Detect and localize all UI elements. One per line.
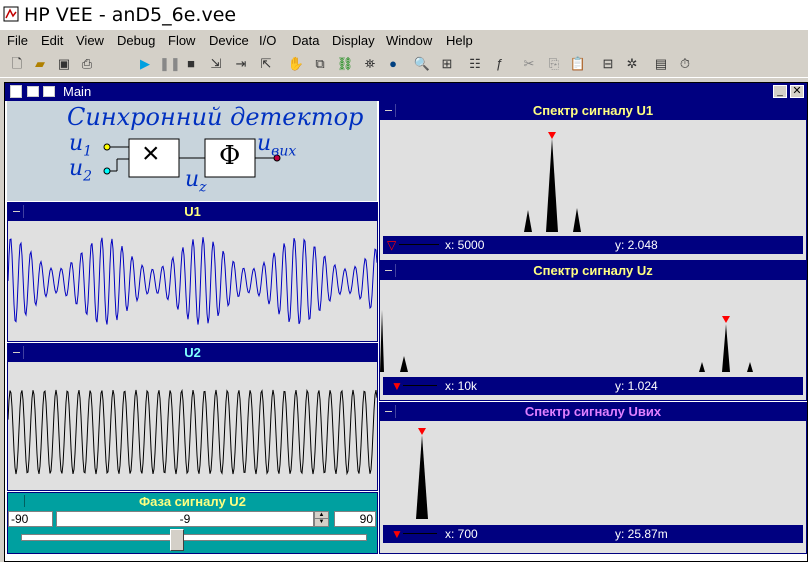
diagram-panel: Синхронний детектор × Φ u1 u2 uz uвих [7, 101, 377, 201]
menu-bar: File Edit View Debug Flow Device I/O Dat… [0, 30, 808, 52]
breakpoint-icon[interactable]: ✲ [623, 55, 641, 73]
spectrum-uout-y: y: 25.87m [615, 527, 668, 541]
spectrum-u1-plot [524, 138, 581, 232]
cut-icon[interactable]: ✂ [520, 55, 538, 73]
u1-plot: U1 [7, 202, 378, 342]
app-icon [3, 6, 19, 22]
u2-plot: U2 [7, 343, 378, 491]
detail-view-icon[interactable] [10, 85, 22, 98]
copy-icon[interactable]: ⎘ [545, 55, 563, 73]
line-probe-icon[interactable]: ⊟ [599, 55, 617, 73]
u1-plot-title: U1 [184, 204, 201, 219]
print-icon[interactable]: ⎙ [78, 55, 96, 73]
u2-plot-title: U2 [184, 345, 201, 360]
open-folder-icon[interactable]: ▰ [31, 55, 49, 73]
marker-icon: ▽ [387, 238, 397, 252]
spectrum-uout-title: Спектр сигналу Uвих [524, 404, 662, 419]
show-exec-flow-icon[interactable]: ⛯ [361, 55, 379, 73]
u2-waveform [8, 388, 377, 476]
save-icon[interactable]: ▣ [55, 55, 73, 73]
menu-data[interactable]: Data [292, 33, 319, 48]
menu-help[interactable]: Help [446, 33, 473, 48]
spectrum-u1-y: y: 2.048 [615, 238, 658, 252]
phi-symbol: Φ [219, 141, 241, 171]
spectrum-uz-title: Спектр сигналу Uz [533, 263, 653, 278]
window-mode-icon[interactable] [43, 86, 55, 97]
find-icon[interactable]: 🔍 [413, 55, 431, 73]
spectrum-uout-readout: ▼ x: 700 y: 25.87m [383, 525, 803, 543]
toolbar: 🗋 ▰ ▣ ⎙ ▶ ❚❚ ■ ⇲ ⇥ ⇱ ✋ ⧉ ⛓ ⛯ ● 🔍 ⊞ ☷ ƒ ✂… [0, 52, 808, 78]
u2-label: u2 [69, 156, 93, 185]
menu-edit[interactable]: Edit [41, 33, 63, 48]
marker-icon: ▼ [391, 527, 403, 541]
main-titlebar: Main _ ✕ [5, 83, 807, 101]
spectrum-u1: Спектр сигналу U1 ▽ x: 5000 y: 2.048 [379, 101, 807, 261]
menu-display[interactable]: Display [332, 33, 375, 48]
show-data-flow-icon[interactable]: ⛓ [336, 55, 354, 73]
minimize-button[interactable]: _ [773, 85, 787, 98]
panel-icon[interactable] [27, 86, 39, 97]
hand-icon[interactable]: ✋ [287, 55, 305, 73]
spectrum-u1-x: x: 5000 [445, 238, 485, 252]
phase-control: Фаза сигналу U2 -90 -9 ▲ ▼ 90 [7, 492, 378, 554]
u1-waveform [8, 237, 377, 325]
spectrum-uout-plot [416, 435, 428, 519]
timer-icon[interactable]: ⏱ [676, 55, 694, 73]
paste-icon[interactable]: 📋 [569, 55, 587, 73]
step-out-icon[interactable]: ⇱ [257, 55, 275, 73]
u1-input-port [103, 143, 111, 151]
spectrum-uz-plot [380, 310, 753, 372]
phase-slider-track[interactable] [21, 534, 367, 541]
menu-io[interactable]: I/O [259, 33, 276, 48]
spectrum-uout-x: x: 700 [445, 527, 478, 541]
menu-file[interactable]: File [7, 33, 28, 48]
step-into-icon[interactable]: ⇲ [207, 55, 225, 73]
spectrum-uz-x: x: 10k [445, 379, 478, 393]
main-title: Main [63, 84, 92, 99]
spectrum-u1-marker[interactable] [548, 132, 556, 139]
phase-spinner[interactable]: ▲ ▼ [314, 511, 329, 527]
spectrum-uout: Спектр сигналу Uвих ▼ x: 700 y: 25.87m [379, 402, 807, 554]
new-file-icon[interactable]: 🗋 [8, 55, 26, 73]
menu-flow[interactable]: Flow [168, 33, 195, 48]
phase-title: Фаза сигналу U2 [139, 494, 246, 509]
spectrum-u1-title: Спектр сигналу U1 [532, 103, 654, 118]
container-icon[interactable]: ⧉ [311, 55, 329, 73]
globe-icon[interactable]: ● [384, 55, 402, 73]
properties-icon[interactable]: ☷ [466, 55, 484, 73]
function-icon[interactable]: ƒ [490, 55, 508, 73]
stop-icon[interactable]: ■ [182, 55, 200, 73]
spectrum-uz-marker[interactable] [722, 316, 730, 323]
step-over-icon[interactable]: ⇥ [232, 55, 250, 73]
main-window: Main _ ✕ Синхронний детектор × Φ u1 u2 u… [4, 82, 808, 562]
spectrum-uout-marker[interactable] [418, 428, 426, 435]
phase-slider-thumb[interactable] [170, 529, 185, 551]
menu-debug[interactable]: Debug [117, 33, 155, 48]
menu-device[interactable]: Device [209, 33, 249, 48]
phase-value-field[interactable]: -9 [56, 511, 314, 527]
marker-icon: ▼ [391, 379, 403, 393]
uz-label: uz [185, 167, 207, 196]
multiply-symbol: × [142, 137, 160, 170]
spectrum-uz-y: y: 1.024 [615, 379, 658, 393]
u2-input-port [103, 167, 111, 175]
phase-max-field[interactable]: 90 [334, 511, 376, 527]
panel-view-icon[interactable]: ▤ [652, 55, 670, 73]
window-title: HP VEE - anD5_6e.vee [24, 4, 237, 26]
run-icon[interactable]: ▶ [136, 55, 154, 73]
pause-icon[interactable]: ❚❚ [159, 55, 181, 73]
spectrum-u1-readout: ▽ x: 5000 y: 2.048 [383, 236, 803, 254]
close-button[interactable]: ✕ [790, 85, 804, 98]
spectrum-uz-readout: ▼ x: 10k y: 1.024 [383, 377, 803, 395]
phase-min-field[interactable]: -90 [8, 511, 53, 527]
menu-view[interactable]: View [76, 33, 104, 48]
uout-label: uвих [257, 131, 297, 160]
window-titlebar: HP VEE - anD5_6e.vee [0, 0, 808, 30]
zoom-icon[interactable]: ⊞ [438, 55, 456, 73]
menu-window[interactable]: Window [386, 33, 432, 48]
spectrum-uz: Спектр сигналу Uz ▼ x: 10k y: 1.024 [379, 261, 807, 401]
